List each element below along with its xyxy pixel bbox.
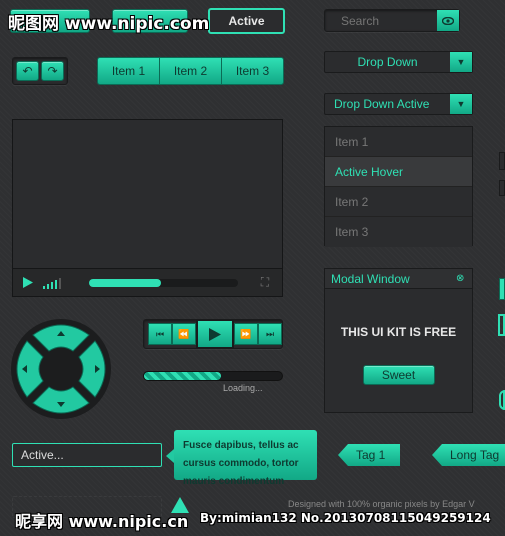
dropdown[interactable]: Drop Down ▼ bbox=[324, 51, 473, 73]
dropdown-active[interactable]: Drop Down Active ▼ bbox=[324, 93, 473, 115]
menu-item-label: Item 3 bbox=[335, 225, 369, 239]
breadcrumb-item-2[interactable]: Item 2 bbox=[160, 58, 222, 84]
active-input-value: Active... bbox=[21, 448, 64, 462]
history-controls: ↶ ↷ bbox=[12, 57, 68, 85]
volume-icon[interactable] bbox=[43, 277, 79, 289]
forward-arrow-icon: ↷ bbox=[47, 64, 58, 78]
menu-item-3[interactable]: Item 3 bbox=[325, 217, 472, 247]
seek-progress bbox=[89, 278, 161, 287]
skip-back-icon: ⏮ bbox=[155, 328, 165, 339]
watermark-id: By:mimian132 No.20130708115049259124 bbox=[200, 511, 491, 525]
partial-element bbox=[499, 278, 505, 300]
dpad bbox=[8, 317, 114, 421]
video-player: ⛶ bbox=[12, 119, 283, 297]
fast-forward-icon: ⏩ bbox=[240, 328, 252, 339]
rewind-icon: ⏪ bbox=[178, 328, 190, 339]
breadcrumb: Item 1 Item 2 Item 3 bbox=[97, 57, 284, 85]
back-arrow-icon: ↶ bbox=[22, 64, 33, 78]
close-icon[interactable]: ⊗ bbox=[456, 273, 472, 284]
tag-long[interactable]: Long Tag bbox=[432, 444, 505, 466]
chevron-down-icon: ▼ bbox=[450, 52, 472, 72]
skip-back-button[interactable]: ⏮ bbox=[148, 323, 172, 345]
menu-item-label: Item 2 bbox=[335, 194, 369, 209]
play-icon bbox=[209, 327, 221, 341]
search-field[interactable] bbox=[324, 9, 460, 32]
tooltip: Fusce dapibus, tellus ac cursus commodo,… bbox=[174, 430, 317, 487]
menu-item-1[interactable]: Item 1 bbox=[325, 127, 472, 157]
footer-credit: Designed with 100% organic pixels by Edg… bbox=[288, 499, 475, 509]
loading-label: Loading... bbox=[223, 383, 263, 393]
menu-item-active-hover[interactable]: Active Hover bbox=[325, 157, 472, 187]
search-eye-button[interactable] bbox=[437, 10, 459, 31]
sweet-button-label: Sweet bbox=[381, 368, 416, 382]
modal-title: Modal Window bbox=[331, 271, 410, 286]
tooltip-text: Fusce dapibus, tellus ac cursus commodo,… bbox=[183, 440, 299, 487]
loading-bar bbox=[143, 371, 283, 381]
modal-window: Modal Window ⊗ THIS UI KIT IS FREE Sweet bbox=[324, 268, 473, 413]
breadcrumb-item-label: Item 2 bbox=[173, 64, 208, 78]
modal-body: THIS UI KIT IS FREE bbox=[340, 325, 457, 339]
menu-item-label: Active Hover bbox=[335, 164, 404, 179]
menu-item-2[interactable]: Item 2 bbox=[325, 187, 472, 217]
breadcrumb-item-label: Item 3 bbox=[235, 64, 270, 78]
partial-element bbox=[498, 314, 505, 336]
tag-label: Long Tag bbox=[450, 448, 500, 462]
breadcrumb-item-1[interactable]: Item 1 bbox=[98, 58, 160, 84]
media-controls: ⏮ ⏪ ⏩ ⏭ bbox=[143, 319, 283, 349]
tag-label: Tag 1 bbox=[356, 448, 386, 462]
dropdown-label: Drop Down bbox=[357, 55, 418, 69]
play-button[interactable] bbox=[13, 277, 43, 288]
tag-1[interactable]: Tag 1 bbox=[338, 444, 400, 466]
watermark-bottom: 昵享网 www.nipic.cn bbox=[15, 512, 189, 531]
fast-forward-button[interactable]: ⏩ bbox=[234, 323, 258, 345]
loading-progress bbox=[144, 372, 222, 380]
skip-forward-button[interactable]: ⏭ bbox=[258, 323, 282, 345]
chevron-down-icon: ▼ bbox=[450, 94, 472, 114]
partial-element bbox=[499, 390, 505, 410]
breadcrumb-item-3[interactable]: Item 3 bbox=[222, 58, 283, 84]
dropdown-active-label: Drop Down Active bbox=[334, 97, 430, 111]
rewind-button[interactable]: ⏪ bbox=[172, 323, 196, 345]
sweet-button[interactable]: Sweet bbox=[362, 365, 435, 385]
back-button[interactable]: ↶ bbox=[16, 61, 39, 81]
seek-bar[interactable] bbox=[89, 278, 238, 287]
menu-item-label: Item 1 bbox=[335, 134, 369, 149]
active-button-label: Active bbox=[228, 14, 265, 28]
eye-icon bbox=[442, 16, 454, 25]
forward-button[interactable]: ↷ bbox=[41, 61, 64, 81]
partial-element bbox=[499, 152, 505, 170]
active-input[interactable]: Active... bbox=[12, 443, 162, 467]
fullscreen-icon[interactable]: ⛶ bbox=[248, 275, 282, 290]
video-controls: ⛶ bbox=[13, 268, 282, 296]
watermark-top: 昵图网 www.nipic.com bbox=[8, 14, 210, 34]
breadcrumb-item-label: Item 1 bbox=[111, 64, 146, 78]
play-button-large[interactable] bbox=[196, 319, 234, 349]
skip-forward-icon: ⏭ bbox=[265, 328, 275, 339]
video-screen[interactable] bbox=[13, 120, 282, 268]
partial-element bbox=[499, 180, 505, 196]
dropdown-menu: Item 1 Active Hover Item 2 Item 3 bbox=[324, 126, 473, 247]
modal-header: Modal Window ⊗ bbox=[325, 269, 472, 289]
search-input[interactable] bbox=[325, 13, 437, 28]
tooltip-arrow bbox=[166, 449, 174, 463]
play-icon bbox=[23, 277, 33, 288]
active-button[interactable]: Active bbox=[208, 8, 285, 34]
